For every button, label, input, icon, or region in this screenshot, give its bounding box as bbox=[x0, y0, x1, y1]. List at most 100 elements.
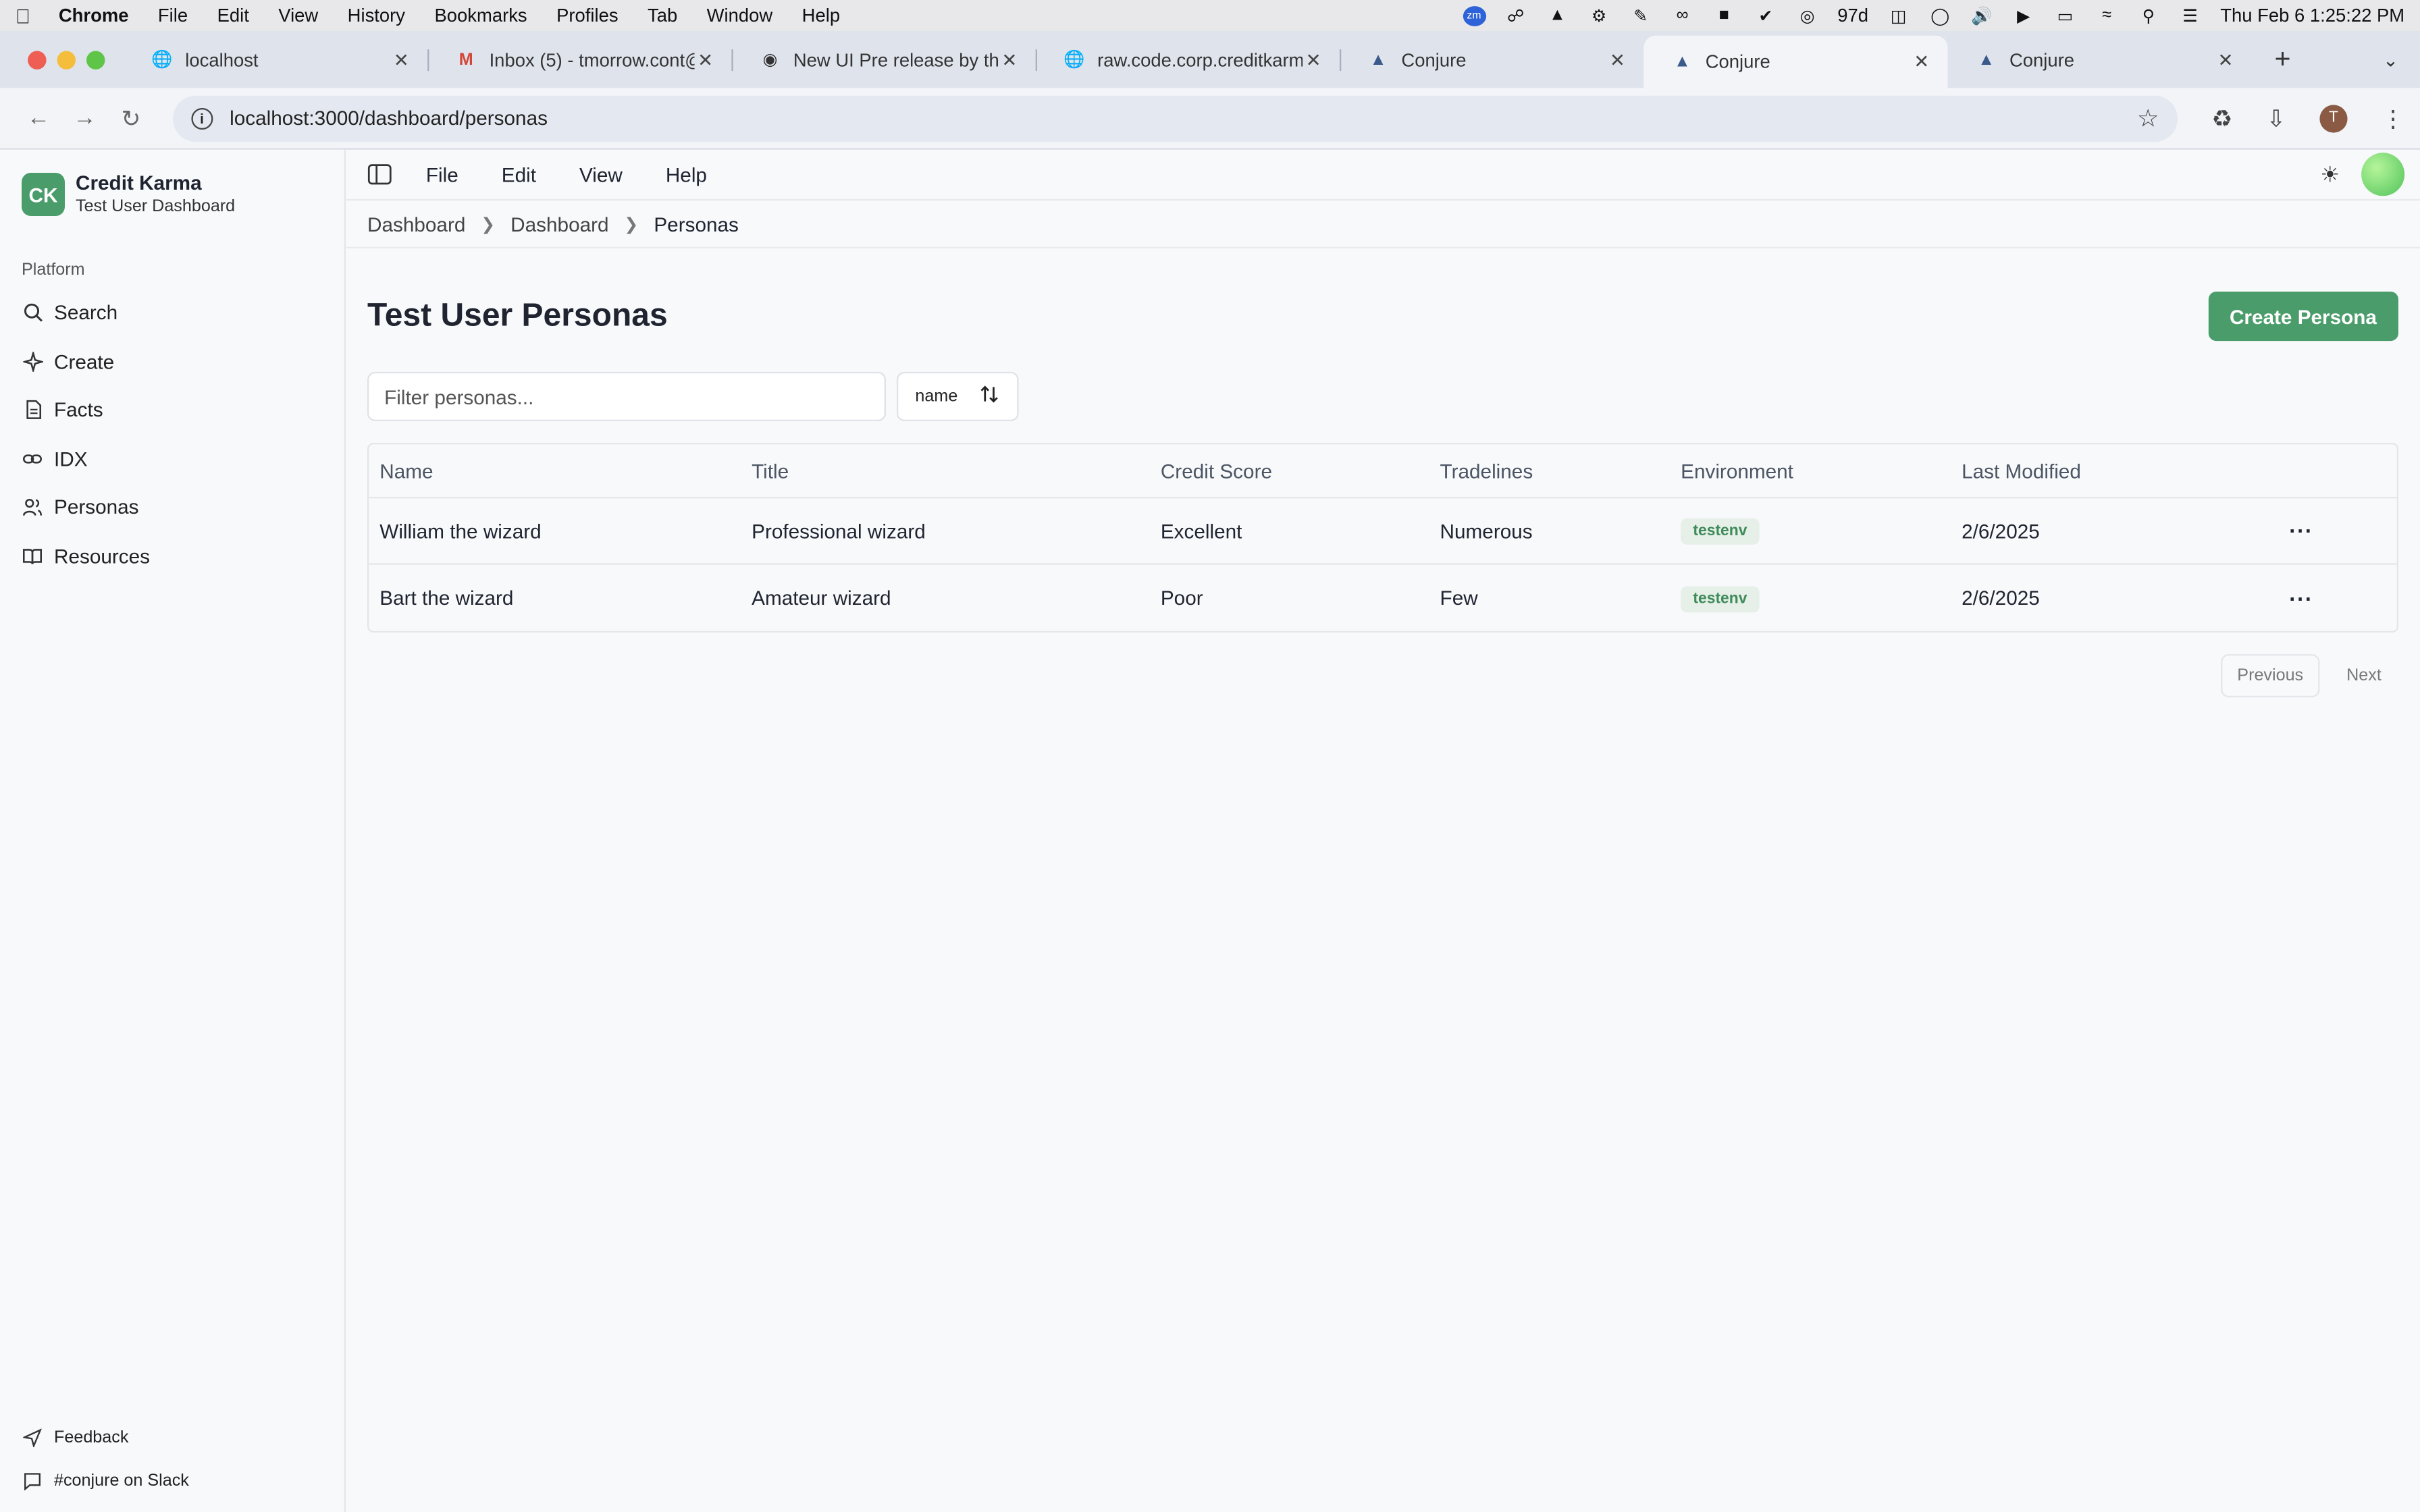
forward-arrow-icon[interactable]: → bbox=[61, 105, 107, 131]
play-icon[interactable]: ▶ bbox=[2012, 6, 2035, 25]
vpn-icon[interactable]: ◎ bbox=[1796, 6, 1819, 25]
site-info-icon[interactable]: i bbox=[190, 107, 213, 129]
table-row[interactable]: Bart the wizard Amateur wizard Poor Few … bbox=[369, 565, 2396, 631]
browser-tab[interactable]: 🌐 localhost ✕ bbox=[124, 36, 427, 83]
gear-icon[interactable]: ⚙ bbox=[1587, 6, 1610, 25]
sidebar-item-search[interactable]: Search bbox=[0, 288, 344, 337]
breadcrumb-dashboard[interactable]: Dashboard bbox=[367, 212, 465, 235]
row-actions-menu-icon[interactable]: ··· bbox=[2270, 585, 2332, 610]
os-menu-window[interactable]: Window bbox=[707, 5, 773, 26]
os-menu-bookmarks[interactable]: Bookmarks bbox=[434, 5, 527, 26]
address-bar[interactable]: i localhost:3000/dashboard/personas ☆ bbox=[172, 94, 2178, 142]
sun-icon[interactable]: ☀ bbox=[2320, 161, 2340, 188]
row-actions-menu-icon[interactable]: ··· bbox=[2270, 518, 2332, 543]
wifi-icon[interactable]: ≈ bbox=[2095, 6, 2118, 24]
url-text[interactable]: localhost:3000/dashboard/personas bbox=[230, 107, 2137, 130]
sidebar-item-resources[interactable]: Resources bbox=[0, 531, 344, 580]
extensions-icon[interactable]: ♻ bbox=[2211, 104, 2232, 132]
control-center-icon[interactable]: ☰ bbox=[2178, 6, 2201, 25]
maximize-window-button[interactable] bbox=[86, 51, 105, 70]
previous-page-button[interactable]: Previous bbox=[2220, 654, 2321, 698]
app-menu-help[interactable]: Help bbox=[666, 163, 707, 186]
column-header-name[interactable]: Name bbox=[369, 459, 752, 482]
chevron-down-icon[interactable]: ⌄ bbox=[2383, 49, 2398, 71]
browser-tab[interactable]: M Inbox (5) - tmorrow.cont@c ✕ bbox=[427, 36, 731, 83]
sidebar-item-facts[interactable]: Facts bbox=[0, 385, 344, 434]
feedback-link[interactable]: Feedback bbox=[0, 1416, 344, 1459]
close-icon[interactable]: ✕ bbox=[695, 49, 716, 70]
os-menu-app[interactable]: Chrome bbox=[59, 5, 129, 26]
minimize-window-button[interactable] bbox=[57, 51, 76, 70]
column-header-last-modified[interactable]: Last Modified bbox=[1962, 459, 2270, 482]
tab-title: New UI Pre release by thom bbox=[793, 48, 999, 70]
user-avatar[interactable] bbox=[2361, 153, 2405, 196]
close-icon[interactable]: ✕ bbox=[1911, 51, 1932, 72]
split-view-icon[interactable]: ◫ bbox=[1887, 6, 1910, 25]
column-header-credit-score[interactable]: Credit Score bbox=[1161, 459, 1440, 482]
close-icon[interactable]: ✕ bbox=[999, 49, 1020, 70]
sort-button[interactable]: name bbox=[896, 371, 1019, 421]
next-page-button[interactable]: Next bbox=[2330, 654, 2398, 697]
sidebar-item-personas[interactable]: Personas bbox=[0, 483, 344, 531]
slack-link[interactable]: #conjure on Slack bbox=[0, 1459, 344, 1503]
app-menu-edit[interactable]: Edit bbox=[502, 163, 536, 186]
sidebar-item-label: IDX bbox=[53, 447, 88, 470]
bookmark-star-icon[interactable]: ☆ bbox=[2137, 103, 2159, 134]
column-header-environment[interactable]: Environment bbox=[1681, 459, 1962, 482]
globe-icon: 🌐 bbox=[1063, 51, 1085, 70]
table-row[interactable]: William the wizard Professional wizard E… bbox=[369, 498, 2397, 565]
profile-avatar[interactable]: T bbox=[2319, 104, 2348, 132]
pen-icon[interactable]: ✎ bbox=[1629, 6, 1652, 25]
close-icon[interactable]: ✕ bbox=[390, 49, 412, 70]
download-icon[interactable]: ⇩ bbox=[2266, 104, 2286, 132]
close-icon[interactable]: ✕ bbox=[1606, 49, 1628, 70]
browser-tab[interactable]: ▲ Conjure ✕ bbox=[1948, 36, 2252, 83]
os-menu-edit[interactable]: Edit bbox=[217, 5, 249, 26]
apple-icon[interactable]:  bbox=[16, 4, 37, 27]
brand[interactable]: CK Credit Karma Test User Dashboard bbox=[0, 150, 344, 218]
close-window-button[interactable] bbox=[28, 51, 47, 70]
sidebar-item-create[interactable]: Create bbox=[0, 337, 344, 385]
drive-icon[interactable]: ▲ bbox=[1546, 6, 1569, 24]
clock[interactable]: Thu Feb 6 1:25:22 PM bbox=[2220, 5, 2404, 26]
app-menubar-actions: ☀ bbox=[2320, 153, 2420, 196]
os-menu-profiles[interactable]: Profiles bbox=[556, 5, 618, 26]
glasses-icon[interactable]: ∞ bbox=[1671, 6, 1693, 24]
close-icon[interactable]: ✕ bbox=[2215, 49, 2236, 70]
app-menu-view[interactable]: View bbox=[579, 163, 623, 186]
sidebar-toggle-icon[interactable] bbox=[367, 163, 395, 185]
cell-environment: testenv bbox=[1681, 517, 1962, 545]
spotlight-search-icon[interactable]: ⚲ bbox=[2137, 6, 2160, 25]
creative-cloud-icon[interactable]: ☍ bbox=[1504, 6, 1527, 25]
os-menu-tab[interactable]: Tab bbox=[648, 5, 677, 26]
os-menu-history[interactable]: History bbox=[348, 5, 405, 26]
browser-tab[interactable]: ▲ Conjure ✕ bbox=[1339, 36, 1643, 83]
browser-tab[interactable]: 🌐 raw.code.corp.creditkarma ✕ bbox=[1035, 36, 1340, 83]
browser-tab[interactable]: ◉ New UI Pre release by thom ✕ bbox=[731, 36, 1035, 83]
filter-personas-input[interactable] bbox=[367, 371, 886, 421]
weather-status[interactable]: 97d bbox=[1837, 5, 1868, 26]
volume-icon[interactable]: 🔊 bbox=[1970, 6, 1993, 25]
os-menu-file[interactable]: File bbox=[158, 5, 188, 26]
os-menu-view[interactable]: View bbox=[278, 5, 318, 26]
os-menu-help[interactable]: Help bbox=[802, 5, 840, 26]
battery-icon[interactable]: ▭ bbox=[2053, 6, 2076, 25]
sidebar-item-idx[interactable]: IDX bbox=[0, 434, 344, 483]
browser-tab-active[interactable]: ▲ Conjure ✕ bbox=[1643, 35, 1948, 88]
app-menu-file[interactable]: File bbox=[426, 163, 458, 186]
column-header-title[interactable]: Title bbox=[752, 459, 1161, 482]
reload-icon[interactable]: ↻ bbox=[108, 104, 154, 132]
kebab-menu-icon[interactable]: ⋮ bbox=[2382, 104, 2404, 132]
create-persona-button[interactable]: Create Persona bbox=[2207, 291, 2398, 342]
slack-label: #conjure on Slack bbox=[53, 1472, 189, 1490]
check-circle-icon[interactable]: ✔ bbox=[1754, 6, 1777, 25]
breadcrumb-dashboard[interactable]: Dashboard bbox=[510, 212, 608, 235]
column-header-tradelines[interactable]: Tradelines bbox=[1440, 459, 1681, 482]
focus-icon[interactable]: ◯ bbox=[1928, 6, 1951, 25]
back-arrow-icon[interactable]: ← bbox=[16, 105, 61, 131]
app-icon[interactable]: ■ bbox=[1712, 6, 1735, 24]
new-tab-button[interactable]: + bbox=[2261, 43, 2305, 76]
sidebar-footer: Feedback #conjure on Slack bbox=[0, 1416, 344, 1503]
zoom-icon[interactable]: zm bbox=[1462, 5, 1486, 26]
close-icon[interactable]: ✕ bbox=[1303, 49, 1324, 70]
